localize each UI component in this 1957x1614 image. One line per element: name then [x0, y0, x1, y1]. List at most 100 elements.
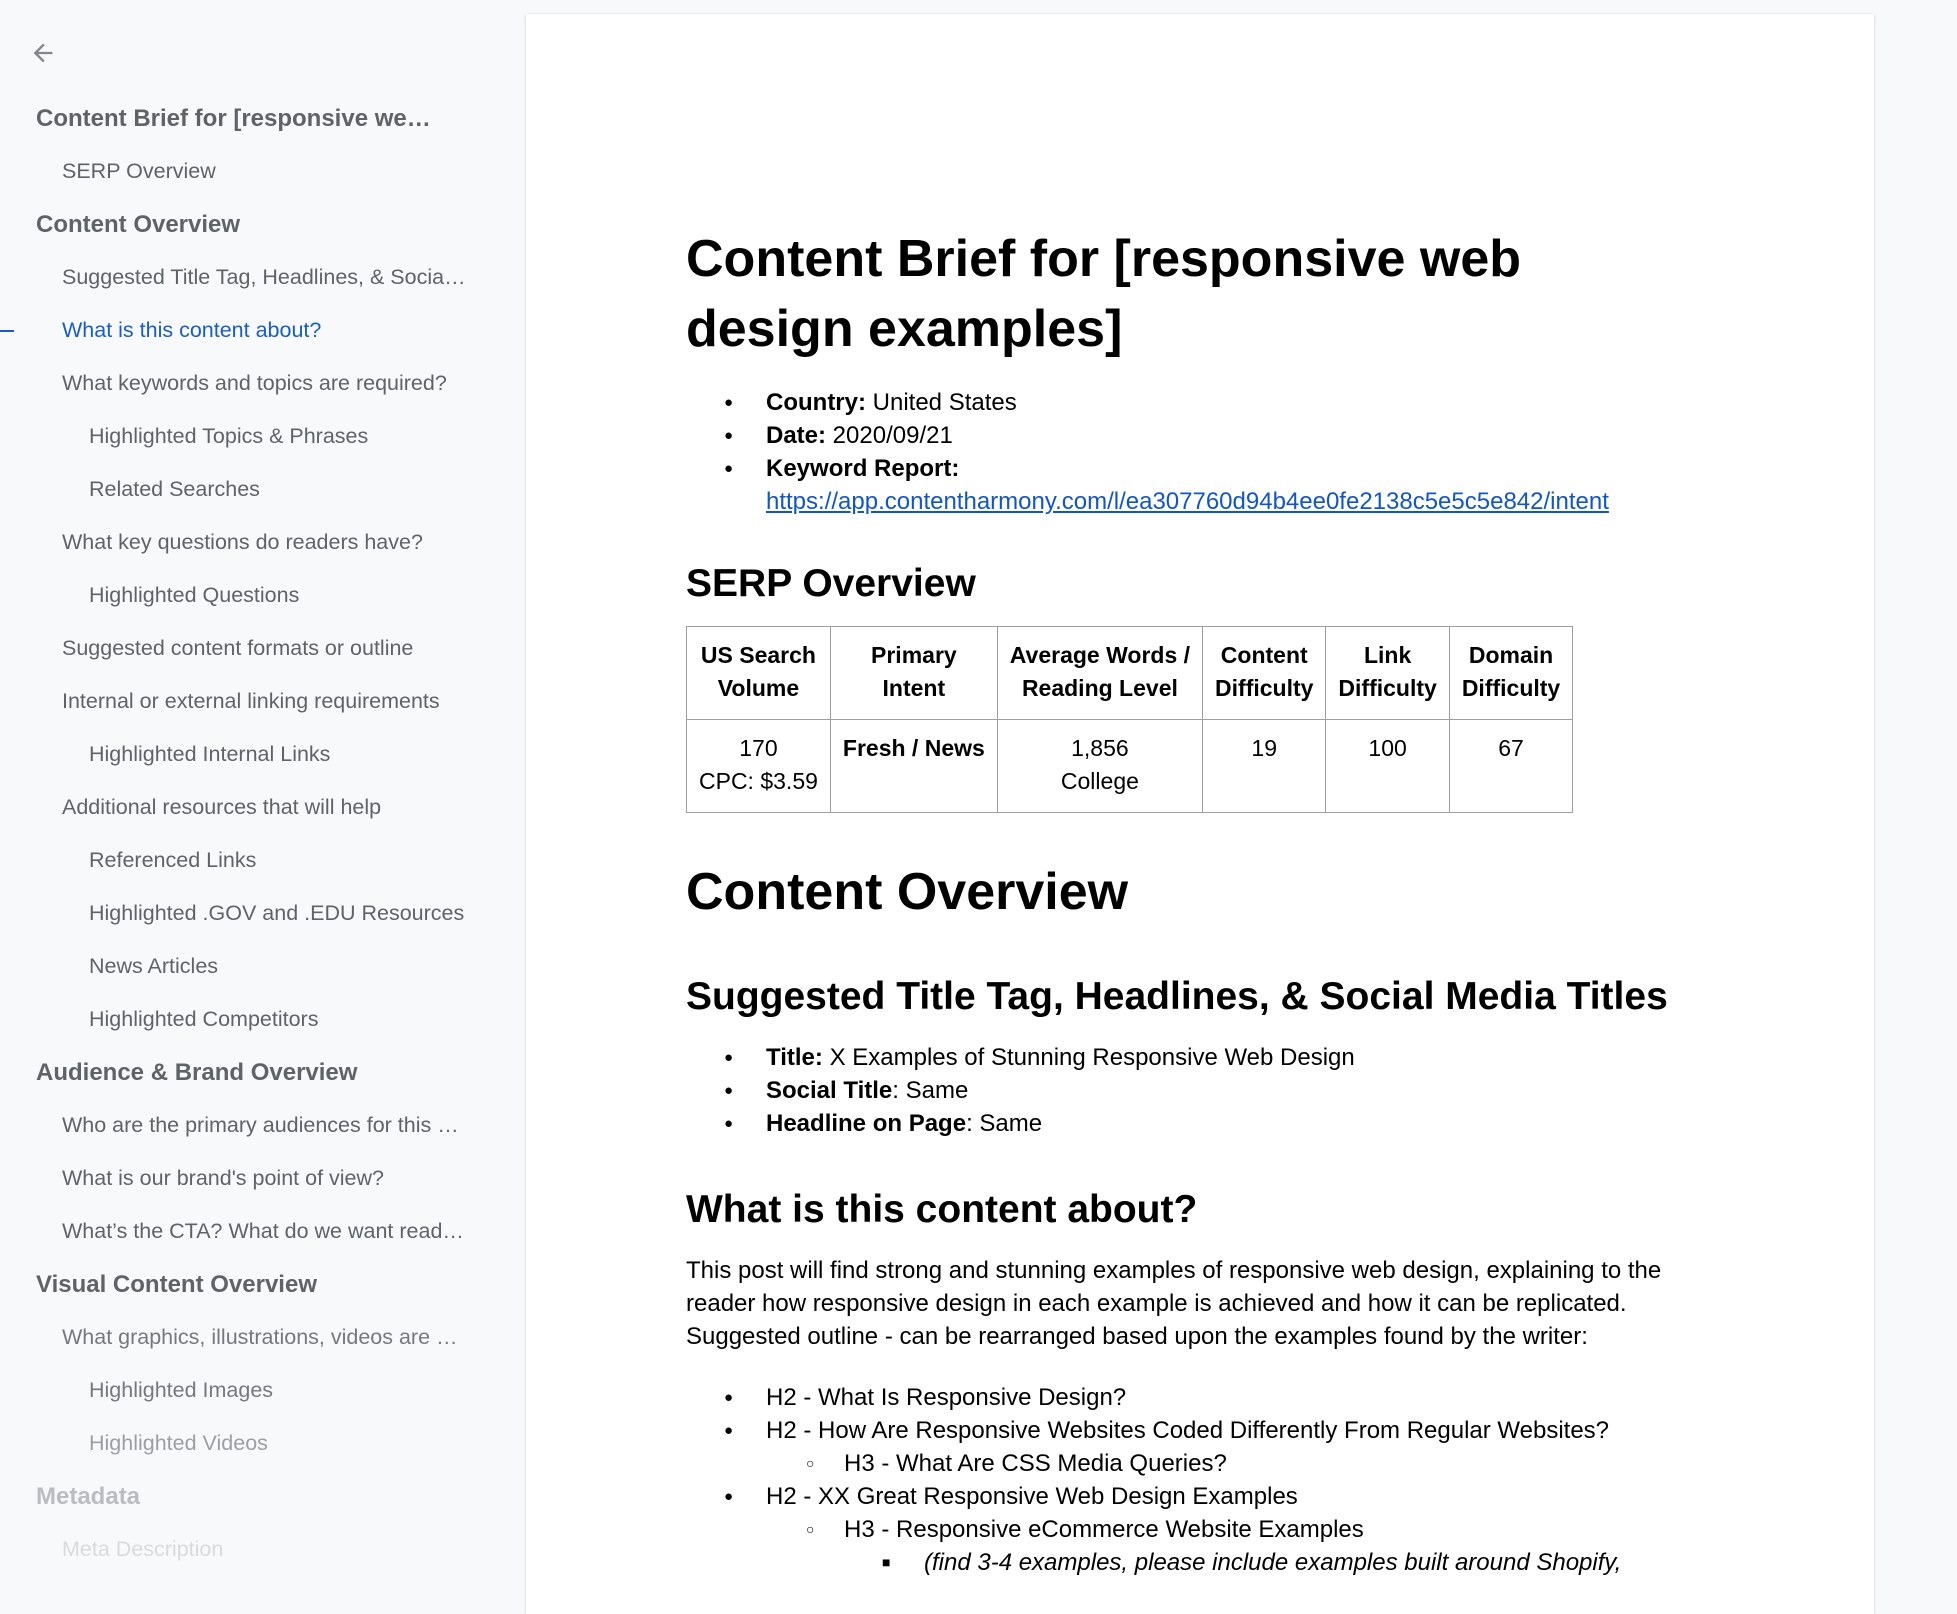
outline-item-label: What graphics, illustrations, videos are…	[62, 1325, 467, 1349]
header-content-difficulty: Content Difficulty	[1202, 626, 1327, 720]
outline-item-keywords-topics[interactable]: What keywords and topics are required?	[0, 357, 467, 410]
outline-item-related-searches[interactable]: Related Searches	[0, 463, 494, 516]
header-primary-intent: Primary Intent	[829, 626, 998, 720]
outline-item-label: What is this content about?	[62, 318, 322, 342]
outline-item-label: Highlighted Images	[89, 1378, 274, 1402]
outline-entry: H2 - How Are Responsive Websites Coded D…	[686, 1414, 1696, 1447]
outline-entry: (find 3-4 examples, please include examp…	[686, 1546, 1696, 1579]
outline-item-label: Suggested content formats or outline	[62, 636, 414, 660]
document-body: Content Brief for [responsive web design…	[686, 224, 1696, 1579]
title-item-value: : Same	[966, 1110, 1043, 1137]
outline-item-metadata[interactable]: Metadata	[0, 1470, 441, 1523]
social-title-item: Social Title: Same	[686, 1074, 1696, 1107]
header-line: Reading Level	[1021, 675, 1178, 701]
document-title: Content Brief for [responsive web design…	[686, 230, 1521, 358]
outline-item-content-overview[interactable]: Content Overview	[0, 198, 441, 251]
outline-item-label: What keywords and topics are required?	[62, 371, 447, 395]
outline-item-label: Visual Content Overview	[36, 1271, 317, 1298]
outline-list: Content Brief for [responsive web design…	[0, 92, 525, 1576]
header-line: US Search	[700, 642, 816, 668]
cell-line: 170	[739, 735, 778, 761]
titles-list: Title: X Examples of Stunning Responsive…	[686, 1041, 1696, 1140]
outline-item-cta[interactable]: What’s the CTA? What do we want readers …	[0, 1205, 467, 1258]
header-line: Link	[1363, 642, 1412, 668]
outline-item-meta-description[interactable]: Meta Description	[0, 1523, 467, 1576]
cell-line: CPC: $3.59	[699, 768, 818, 794]
back-button[interactable]	[24, 34, 62, 72]
outline-item-gov-edu-resources[interactable]: Highlighted .GOV and .EDU Resources	[0, 887, 494, 940]
table-row: 170 CPC: $3.59 Fresh / News 1,856 College …	[686, 719, 1574, 813]
outline-item-linking-requirements[interactable]: Internal or external linking requirement…	[0, 675, 467, 728]
outline-item-highlighted-images[interactable]: Highlighted Images	[0, 1364, 494, 1417]
outline-item-label: Audience & Brand Overview	[36, 1059, 358, 1086]
arrow-left-icon	[33, 43, 53, 63]
header-line: Difficulty	[1461, 675, 1561, 701]
outline-item-brand-point-of-view[interactable]: What is our brand's point of view?	[0, 1152, 467, 1205]
document-page: Content Brief for [responsive web design…	[526, 14, 1874, 1614]
meta-country: Country: United States	[686, 386, 1696, 419]
outline-item-content-brief[interactable]: Content Brief for [responsive web design…	[0, 92, 441, 145]
meta-date: Date: 2020/09/21	[686, 419, 1696, 452]
content-overview-heading: Content Overview	[686, 863, 1129, 921]
outline-item-content-formats[interactable]: Suggested content formats or outline	[0, 622, 467, 675]
header-line: Intent	[882, 675, 946, 701]
title-item-label: Headline on Page	[766, 1110, 967, 1137]
header-line: Difficulty	[1338, 675, 1437, 701]
about-heading: What is this content about?	[686, 1188, 1198, 1231]
outline-item-label: Related Searches	[89, 477, 260, 501]
cell-line: 1,856	[1071, 735, 1129, 761]
outline-item-label: Meta Description	[62, 1537, 224, 1561]
outline-entry: H2 - What Is Responsive Design?	[686, 1381, 1696, 1414]
serp-overview-heading: SERP Overview	[686, 562, 976, 605]
outline-item-highlighted-videos[interactable]: Highlighted Videos	[0, 1417, 494, 1470]
outline-item-label: Content Brief for [responsive web design…	[36, 105, 441, 132]
outline-item-label: Highlighted Internal Links	[89, 742, 331, 766]
outline-entry: H3 - What Are CSS Media Queries?	[686, 1447, 1696, 1480]
outline-item-what-is-this-content-about[interactable]: What is this content about?	[0, 304, 467, 357]
outline-item-label: What is our brand's point of view?	[62, 1166, 384, 1190]
header-avg-words: Average Words / Reading Level	[996, 626, 1204, 720]
title-item-value: X Examples of Stunning Responsive Web De…	[822, 1044, 1355, 1071]
outline-item-highlighted-internal-links[interactable]: Highlighted Internal Links	[0, 728, 494, 781]
header-line: Domain	[1468, 642, 1554, 668]
headline-item: Headline on Page: Same	[686, 1107, 1696, 1140]
table-header-row: US Search Volume Primary Intent Average Wo…	[686, 626, 1574, 720]
outline-item-label: SERP Overview	[62, 159, 216, 183]
outline-item-label: Highlighted .GOV and .EDU Resources	[89, 901, 465, 925]
outline-entry: H3 - Responsive eCommerce Website Exampl…	[686, 1513, 1696, 1546]
outline-item-label: Highlighted Topics & Phrases	[89, 424, 369, 448]
outline-item-label: Who are the primary audiences for this c…	[62, 1113, 467, 1137]
outline-item-news-articles[interactable]: News Articles	[0, 940, 494, 993]
outline-item-label: Content Overview	[36, 211, 241, 238]
document-outline-sidebar: Content Brief for [responsive web design…	[0, 0, 525, 1561]
outline-item-referenced-links[interactable]: Referenced Links	[0, 834, 494, 887]
about-paragraph: This post will find strong and stunning …	[686, 1257, 1662, 1350]
header-link-difficulty: Link Difficulty	[1325, 626, 1450, 720]
titles-heading: Suggested Title Tag, Headlines, & Social…	[686, 975, 1668, 1018]
suggested-outline-list: H2 - What Is Responsive Design? H2 - How…	[686, 1381, 1696, 1579]
outline-item-highlighted-competitors[interactable]: Highlighted Competitors	[0, 993, 494, 1046]
title-item-label: Social Title	[766, 1077, 893, 1104]
keyword-report-link[interactable]: https://app.contentharmony.com/l/ea30776…	[766, 488, 1609, 515]
outline-item-highlighted-questions[interactable]: Highlighted Questions	[0, 569, 494, 622]
outline-item-visual-content[interactable]: Visual Content Overview	[0, 1258, 441, 1311]
header-line: Average Words /	[1009, 642, 1191, 668]
outline-item-highlighted-topics[interactable]: Highlighted Topics & Phrases	[0, 410, 494, 463]
meta-value: 2020/09/21	[826, 422, 953, 449]
outline-item-serp-overview[interactable]: SERP Overview	[0, 145, 467, 198]
cell-avg-words: 1,856 College	[996, 719, 1204, 813]
outline-entry: H2 - XX Great Responsive Web Design Exam…	[686, 1480, 1696, 1513]
outline-item-graphics-needed[interactable]: What graphics, illustrations, videos are…	[0, 1311, 467, 1364]
outline-item-audience-brand[interactable]: Audience & Brand Overview	[0, 1046, 441, 1099]
outline-item-label: Additional resources that will help	[62, 795, 382, 819]
outline-item-primary-audiences[interactable]: Who are the primary audiences for this c…	[0, 1099, 467, 1152]
outline-item-key-questions[interactable]: What key questions do readers have?	[0, 516, 467, 569]
outline-item-label: What’s the CTA? What do we want readers …	[62, 1219, 467, 1243]
outline-item-additional-resources[interactable]: Additional resources that will help	[0, 781, 467, 834]
title-item-label: Title:	[766, 1044, 823, 1071]
cell-search-volume: 170 CPC: $3.59	[686, 719, 831, 813]
outline-item-label: Highlighted Questions	[89, 583, 300, 607]
meta-keyword-report: Keyword Report: https://app.contentharmon…	[686, 452, 1696, 518]
outline-item-suggested-title[interactable]: Suggested Title Tag, Headlines, & Social…	[0, 251, 467, 304]
brief-meta-list: Country: United States Date: 2020/09/21 …	[686, 386, 1696, 518]
